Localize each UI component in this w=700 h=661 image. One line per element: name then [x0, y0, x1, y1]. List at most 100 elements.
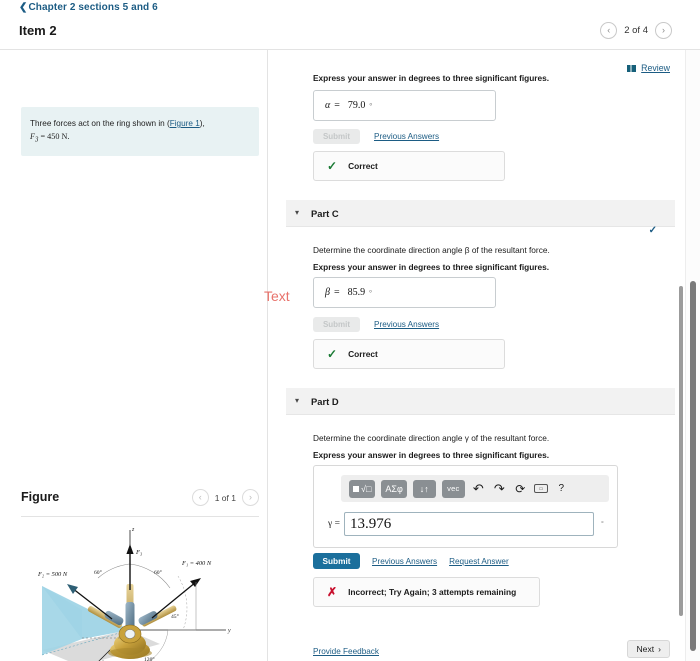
part-d-section: ▾ Part D: [286, 388, 675, 415]
left-panel: Three forces act on the ring shown in (F…: [0, 50, 268, 661]
part-b-variable: α: [325, 100, 331, 111]
part-c-status-label: Correct: [348, 349, 378, 359]
figure-axis-y-label: y: [227, 628, 231, 634]
page-scrollbar-thumb[interactable]: [690, 281, 696, 651]
figure-axis-z-label: z: [131, 527, 135, 533]
part-d-answer-input[interactable]: 13.976: [343, 512, 594, 536]
part-b-status: ✓ Correct: [313, 151, 675, 181]
figure-angle-45: 45°: [171, 613, 179, 620]
part-c-unit: °: [369, 288, 372, 297]
next-button[interactable]: Next ›: [627, 640, 670, 658]
part-d-unit: °: [600, 520, 604, 528]
part-d-title: Part D: [311, 395, 339, 407]
figure-angle-120: 120°: [144, 656, 155, 661]
breadcrumb[interactable]: ❮Chapter 2 sections 5 and 6: [19, 2, 158, 13]
top-bar: ❮Chapter 2 sections 5 and 6 Item 2 ‹ 2 o…: [0, 0, 700, 49]
chevron-left-icon: ❮: [19, 2, 28, 13]
next-item-button[interactable]: ›: [655, 22, 672, 39]
part-c-section: ▾ Part C ✓: [286, 200, 675, 236]
figure-pager: ‹ 1 of 1 ›: [191, 489, 259, 506]
provide-feedback-link[interactable]: Provide Feedback: [313, 647, 379, 656]
help-icon[interactable]: ?: [554, 481, 569, 497]
math-toolbar: √□ ΑΣφ ↓↑ vec ↶ ↷ ⟳ ▭ ?: [341, 475, 609, 502]
mastering-physics-page: ❮Chapter 2 sections 5 and 6 Item 2 ‹ 2 o…: [0, 0, 700, 661]
part-c-variable: β: [325, 287, 330, 298]
template-key[interactable]: √□: [349, 479, 376, 498]
redo-icon[interactable]: ↷: [492, 481, 507, 497]
figure-f2-label: F₂ = 500 N: [37, 571, 68, 578]
part-d-question: Determine the coordinate direction angle…: [313, 432, 675, 462]
force-value: = 450 N.: [38, 132, 70, 142]
page-title: Item 2: [19, 23, 57, 38]
text-cursor-annotation: Text: [264, 288, 290, 304]
undo-icon[interactable]: ↶: [471, 481, 486, 497]
chevron-down-icon[interactable]: ▾: [295, 209, 299, 217]
x-icon: ✗: [327, 585, 338, 599]
chevron-down-icon[interactable]: ▾: [295, 397, 299, 405]
part-b-previous-answers-link[interactable]: Previous Answers: [374, 132, 439, 141]
part-d-status: ✗ Incorrect; Try Again; 3 attempts remai…: [313, 577, 675, 607]
part-c-header[interactable]: ▾ Part C ✓: [286, 200, 675, 236]
problem-statement: Three forces act on the ring shown in (F…: [21, 107, 259, 156]
book-icon: [627, 64, 637, 72]
part-c-equals: =: [333, 287, 340, 298]
part-b-unit: °: [369, 101, 373, 110]
breadcrumb-label: Chapter 2 sections 5 and 6: [28, 2, 158, 13]
figure-illustration[interactable]: z y x F₃ F₁ = 400 N: [20, 518, 268, 661]
part-b-status-label: Correct: [348, 161, 378, 171]
sort-arrows-key[interactable]: ↓↑: [412, 479, 436, 498]
part-d-status-label: Incorrect; Try Again; 3 attempts remaini…: [348, 587, 517, 597]
part-c-complete-icon: ✓: [648, 225, 657, 236]
part-d-entry-row: γ = 13.976 °: [323, 512, 608, 536]
part-c-question-text: Determine the coordinate direction angle…: [313, 245, 550, 255]
part-c-previous-answers-link[interactable]: Previous Answers: [374, 320, 439, 329]
figure-pager-label: 1 of 1: [214, 492, 236, 503]
column-divider: [267, 50, 268, 661]
figure-f1-label: F₁ = 400 N: [181, 560, 212, 567]
part-c-value: 85.9: [347, 287, 366, 298]
reset-icon[interactable]: ⟳: [513, 481, 528, 497]
vector-key[interactable]: vec: [441, 479, 465, 498]
check-icon: ✓: [327, 347, 338, 361]
part-b-answer-field[interactable]: α = 79.0 °: [313, 90, 496, 121]
problem-text-part1: Three forces act on the ring shown in (: [30, 119, 170, 128]
previous-item-button[interactable]: ‹: [600, 22, 618, 39]
template-key-label: √□: [361, 483, 372, 494]
part-d-request-answer-link[interactable]: Request Answer: [449, 557, 509, 566]
check-icon: ✓: [327, 159, 338, 173]
part-c-hint-text: Express your answer in degrees to three …: [313, 262, 550, 273]
part-c-status: ✓ Correct: [313, 339, 675, 369]
part-d-header[interactable]: ▾ Part D: [286, 388, 675, 415]
part-d-hint-text: Express your answer in degrees to three …: [313, 450, 550, 461]
part-b-actions: Submit Previous Answers: [313, 129, 675, 144]
part-d-answer-value: 13.976: [349, 515, 392, 532]
part-c-question: Determine the coordinate direction angle…: [313, 244, 675, 274]
keyboard-icon[interactable]: ▭: [533, 484, 548, 493]
greek-symbols-key[interactable]: ΑΣφ: [381, 479, 407, 498]
part-c-submit-button[interactable]: Submit: [313, 317, 360, 332]
figure-f3-label: F₃: [135, 549, 142, 556]
figure-previous-button[interactable]: ‹: [191, 489, 209, 506]
part-c-answer-field[interactable]: β = 85.9 °: [313, 277, 496, 308]
part-d-actions: Submit Previous Answers Request Answer: [313, 553, 675, 569]
content-scrollbar-thumb[interactable]: [679, 286, 683, 616]
figure-divider: [21, 516, 259, 517]
figure-next-button[interactable]: ›: [242, 489, 259, 506]
part-d-variable: γ =: [328, 519, 340, 529]
part-b-hint-text: Express your answer in degrees to three …: [313, 73, 550, 83]
next-label: Next: [636, 644, 655, 654]
part-c-title: Part C: [311, 207, 339, 219]
problem-text-part2: ),: [199, 119, 205, 128]
part-b-value: 79.0: [347, 100, 366, 111]
part-b-submit-button[interactable]: Submit: [313, 129, 360, 144]
figure-angle-60-right: 60°: [154, 569, 162, 576]
figure-1-link[interactable]: Figure 1: [170, 119, 200, 128]
part-c-actions: Submit Previous Answers: [313, 317, 675, 332]
part-d-question-text: Determine the coordinate direction angle…: [313, 433, 550, 443]
figure-angle-60-left: 60°: [94, 569, 102, 576]
part-d-submit-button[interactable]: Submit: [313, 553, 360, 569]
part-d-math-widget[interactable]: √□ ΑΣφ ↓↑ vec ↶ ↷ ⟳ ▭ ? γ = 13.976 °: [313, 465, 675, 548]
page-scrollbar-track[interactable]: [685, 50, 700, 661]
item-pager-label: 2 of 4: [624, 25, 648, 36]
part-d-previous-answers-link[interactable]: Previous Answers: [372, 557, 437, 566]
